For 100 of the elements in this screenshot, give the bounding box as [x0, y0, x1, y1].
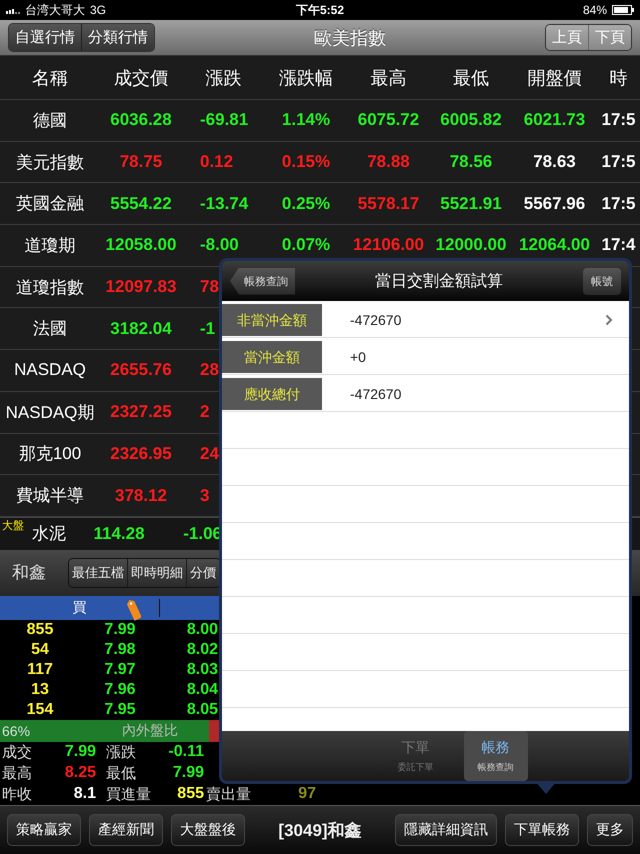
quote-value: 12058.00: [106, 235, 176, 256]
quote-value: 12064.00: [519, 235, 590, 256]
quote-value: 78: [200, 277, 219, 298]
field-label: 應收總付: [222, 378, 322, 410]
account-button[interactable]: 帳號: [583, 268, 621, 294]
market-label: 大盤: [2, 518, 24, 533]
quote-value: 5521.91: [440, 194, 502, 214]
quote-value: -8.00: [200, 235, 239, 256]
stat-value: -0.11: [167, 743, 204, 762]
stat-value: 7.99: [64, 743, 96, 762]
toolbar-button[interactable]: 隱藏詳細資訊: [395, 814, 497, 846]
quote-value: -69.81: [200, 110, 248, 130]
quote-value: -1: [200, 318, 216, 339]
field-value: +0: [349, 348, 367, 364]
stat-label: 賣出量: [205, 784, 252, 804]
stat-value: 7.99: [172, 764, 204, 782]
quote-value: 6021.73: [524, 110, 586, 130]
battery-percent: 84%: [582, 3, 607, 17]
column-header: 名稱: [32, 66, 68, 90]
index-name: 英國金融: [16, 193, 84, 216]
tag-icon[interactable]: [127, 598, 141, 622]
quote-value: 17:5: [601, 152, 636, 172]
stat-label: 買進量: [105, 784, 152, 804]
column-header: 最低: [453, 66, 489, 90]
column-header: 最高: [370, 66, 406, 90]
quote-value: 5554.22: [110, 194, 172, 214]
field-label: 當沖金額: [222, 340, 322, 372]
index-name: 美元指數: [16, 152, 84, 174]
quote-value: 6036.28: [110, 110, 172, 130]
quote-value: 12000.00: [436, 235, 506, 256]
toolbar-button[interactable]: 大盤盤後: [171, 814, 245, 846]
quote-value: 3: [200, 486, 210, 506]
quote-value: 17:5: [601, 110, 636, 130]
bid-quantity: 117: [26, 660, 54, 680]
quote-value: 378.12: [115, 486, 167, 506]
ticker-price: 114.28: [92, 524, 146, 544]
toolbar-button[interactable]: 更多: [587, 814, 633, 846]
ask-price: 8.03: [186, 660, 218, 680]
index-name: 法國: [33, 318, 67, 340]
column-header: 時: [610, 66, 628, 90]
toolbar-button[interactable]: 策略贏家: [7, 814, 81, 846]
quote-value: 78.56: [450, 152, 492, 172]
detail-tab[interactable]: 即時明細: [128, 558, 187, 587]
quote-value: 3182.04: [110, 318, 172, 339]
bid-quantity: 154: [26, 700, 54, 720]
page-title: 歐美指數: [313, 26, 387, 50]
popover-tab[interactable]: 帳務 帳務查詢: [464, 731, 528, 781]
carrier-name: 台湾大哥大: [25, 2, 85, 18]
back-button[interactable]: 帳務查詢: [230, 268, 295, 294]
bid-quantity: 13: [30, 680, 50, 700]
stat-label: 最低: [105, 764, 137, 783]
index-name: 那克100: [18, 443, 82, 466]
battery-icon: [612, 5, 634, 15]
detail-tab[interactable]: 最佳五檔: [69, 558, 128, 587]
quote-value: 17:4: [601, 235, 636, 256]
quote-value: -13.74: [200, 194, 248, 214]
column-header: 漲跌幅: [279, 66, 333, 90]
quote-value: 2: [200, 402, 210, 422]
toolbar-button[interactable]: 下單帳務: [505, 814, 579, 846]
quote-value: 0.07%: [282, 235, 330, 256]
bid-price: 7.99: [103, 620, 137, 640]
stat-value: 8.25: [64, 764, 96, 782]
bid-quantity: 855: [26, 620, 54, 640]
stock-title: [3049]和鑫: [277, 820, 363, 842]
quote-value: 6005.82: [440, 110, 502, 130]
stat-value: 8.1: [72, 785, 96, 804]
toolbar-button[interactable]: 產經新聞: [89, 814, 163, 846]
quote-value: 5578.17: [358, 194, 420, 214]
stat-label: 成交: [1, 742, 33, 762]
ratio-label: 內外盤比: [122, 722, 178, 740]
quote-value: 17:5: [601, 194, 636, 214]
quote-value: 2326.95: [110, 444, 172, 464]
index-name: NASDAQ期: [6, 402, 94, 424]
field-value: -472670: [349, 312, 402, 328]
quote-value: 24: [200, 444, 219, 464]
bid-price: 7.97: [103, 660, 137, 680]
ask-price: 8.04: [186, 680, 218, 700]
segment-button[interactable]: 分類行情: [82, 24, 154, 51]
ask-price: 8.05: [186, 700, 218, 720]
column-header: 成交價: [114, 66, 168, 90]
quote-value: 0.12: [200, 152, 234, 172]
quote-value: 0.25%: [282, 194, 330, 214]
detail-tab[interactable]: 分價: [187, 558, 220, 587]
segment-button[interactable]: 自選行情: [9, 24, 82, 51]
index-name: 道瓊期: [24, 234, 76, 257]
bid-price: 7.96: [103, 680, 137, 700]
quote-value: 12097.83: [106, 277, 176, 298]
quote-value: 2327.25: [110, 402, 172, 422]
stat-value: 855: [176, 785, 204, 804]
popover-tab[interactable]: 下單 委託下單: [384, 731, 448, 781]
column-header: 開盤價: [528, 66, 582, 90]
chevron-icon[interactable]: [605, 314, 613, 326]
quote-value: 78.75: [120, 152, 162, 172]
index-name: 道瓊指數: [16, 276, 84, 299]
field-label: 非當沖金額: [222, 304, 322, 336]
quote-value: 28: [200, 360, 219, 380]
quote-value: 1.14%: [282, 110, 330, 130]
quote-value: 5567.96: [524, 194, 586, 214]
quote-value: 0.15%: [282, 152, 330, 172]
popover-title: 當日交割金額試算: [374, 272, 504, 292]
